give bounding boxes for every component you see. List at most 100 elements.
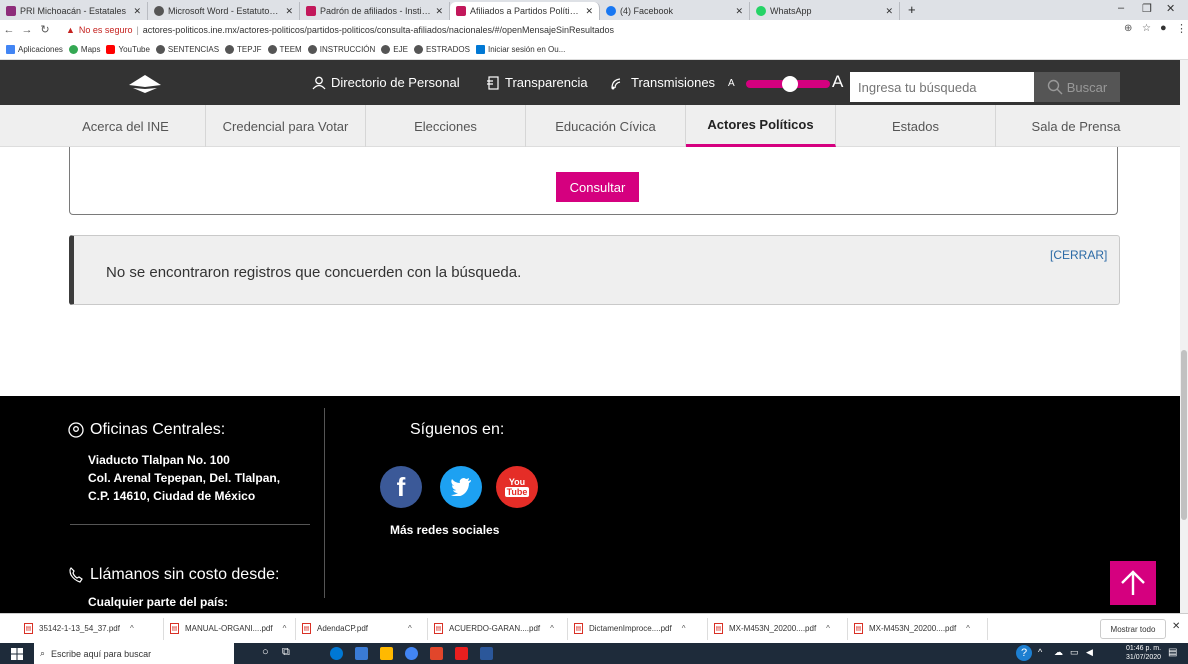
tab-title: WhatsApp bbox=[770, 6, 812, 16]
word-icon[interactable] bbox=[480, 647, 493, 660]
volume-icon[interactable]: ◀ bbox=[1086, 647, 1093, 658]
new-tab-button[interactable]: + bbox=[908, 2, 916, 17]
chevron-up-icon[interactable]: ^ bbox=[408, 624, 412, 633]
chevron-up-icon[interactable]: ^ bbox=[966, 624, 970, 633]
download-item[interactable]: ▤ DictamenImproce....pdf ^ bbox=[568, 617, 708, 640]
tab-actores-politicos[interactable]: Actores Políticos bbox=[686, 105, 836, 147]
scrollbar-thumb[interactable] bbox=[1181, 350, 1187, 520]
bookmark-label: YouTube bbox=[118, 44, 150, 54]
chevron-up-icon[interactable]: ^ bbox=[1038, 647, 1042, 657]
browser-tab-active[interactable]: Afiliados a Partidos Políticos Nac ✕ bbox=[450, 2, 600, 20]
maximize-button[interactable]: ❐ bbox=[1142, 2, 1152, 15]
tab-estados[interactable]: Estados bbox=[836, 105, 996, 147]
chevron-up-icon[interactable]: ^ bbox=[682, 624, 686, 633]
taskbar-clock[interactable]: 01:46 p. m. 31/07/2020 bbox=[1126, 644, 1161, 662]
close-downloads-icon[interactable]: ✕ bbox=[1172, 621, 1180, 632]
edge-icon[interactable] bbox=[330, 647, 343, 660]
tab-credencial[interactable]: Credencial para Votar bbox=[206, 105, 366, 147]
chevron-up-icon[interactable]: ^ bbox=[130, 624, 134, 633]
tab-acerca[interactable]: Acerca del INE bbox=[46, 105, 206, 147]
forward-icon[interactable]: → bbox=[18, 24, 36, 36]
twitter-icon[interactable] bbox=[440, 466, 482, 508]
tab-close-icon[interactable]: ✕ bbox=[285, 6, 293, 17]
bookmark-item[interactable]: SENTENCIAS bbox=[155, 44, 219, 54]
close-window-button[interactable]: ✕ bbox=[1166, 2, 1175, 15]
address-bar[interactable]: ▲ No es seguro | actores-politicos.ine.m… bbox=[66, 22, 1116, 37]
back-to-top-button[interactable] bbox=[1110, 561, 1156, 605]
youtube-icon[interactable]: You Tube bbox=[496, 466, 538, 508]
slider-knob[interactable] bbox=[782, 76, 798, 92]
chrome-icon[interactable] bbox=[405, 647, 418, 660]
browser-tab[interactable]: WhatsApp ✕ bbox=[750, 2, 900, 20]
profile-icon[interactable]: ● bbox=[1160, 22, 1167, 34]
pdf-file-icon: ▤ bbox=[574, 623, 583, 634]
download-item[interactable]: ▤ MX-M453N_20200....pdf ^ bbox=[708, 617, 848, 640]
menu-icon[interactable]: ⋮ bbox=[1176, 22, 1187, 35]
search-button[interactable]: Buscar bbox=[1034, 72, 1120, 102]
taskbar-search-input[interactable]: ⌕ Escribe aquí para buscar bbox=[34, 643, 234, 664]
browser-tab[interactable]: Microsoft Word - Estatutos2017 ✕ bbox=[148, 2, 300, 20]
font-size-slider[interactable]: A A bbox=[726, 72, 848, 96]
acrobat-icon[interactable] bbox=[455, 647, 468, 660]
zoom-icon[interactable]: ⊕ bbox=[1124, 23, 1132, 34]
network-icon[interactable]: ☁ bbox=[1054, 647, 1063, 658]
consult-button[interactable]: Consultar bbox=[556, 172, 639, 202]
browser-tab[interactable]: PRI Michoacán - Estatales ✕ bbox=[0, 2, 148, 20]
directory-link[interactable]: Directorio de Personal bbox=[312, 75, 460, 90]
search-icon: ⌕ bbox=[40, 648, 46, 658]
browser-tab[interactable]: (4) Facebook ✕ bbox=[600, 2, 750, 20]
tab-close-icon[interactable]: ✕ bbox=[585, 6, 593, 17]
download-item[interactable]: ▤ AdendaCP.pdf ^ bbox=[296, 617, 428, 640]
site-search-input[interactable] bbox=[850, 72, 1034, 102]
chevron-up-icon[interactable]: ^ bbox=[550, 624, 554, 633]
download-item[interactable]: ▤ MANUAL-ORGANI....pdf ^ bbox=[164, 617, 296, 640]
bookmark-item[interactable]: INSTRUCCIÓN bbox=[307, 44, 375, 54]
bookmark-item[interactable]: Iniciar sesión en Ou... bbox=[475, 44, 565, 54]
bookmark-item[interactable]: TEPJF bbox=[225, 44, 262, 54]
directory-label: Directorio de Personal bbox=[331, 75, 460, 90]
notifications-icon[interactable]: ▤ bbox=[1168, 647, 1177, 658]
app-icon[interactable] bbox=[430, 647, 443, 660]
tab-elecciones[interactable]: Elecciones bbox=[366, 105, 526, 147]
bookmark-apps[interactable]: Aplicaciones bbox=[6, 44, 63, 54]
back-icon[interactable]: ← bbox=[0, 24, 18, 36]
explorer-icon[interactable] bbox=[355, 647, 368, 660]
task-view-icon[interactable]: ⧉ bbox=[282, 646, 290, 659]
facebook-icon[interactable]: f bbox=[380, 466, 422, 508]
windows-start-icon[interactable] bbox=[11, 648, 23, 660]
chevron-up-icon[interactable]: ^ bbox=[283, 624, 287, 633]
download-item[interactable]: ▤ MX-M453N_20200....pdf ^ bbox=[848, 617, 988, 640]
pdf-file-icon: ▤ bbox=[434, 623, 443, 634]
tab-sala-prensa[interactable]: Sala de Prensa bbox=[996, 105, 1156, 147]
battery-icon[interactable]: ▭ bbox=[1070, 647, 1079, 658]
taskbar-search-placeholder: Escribe aquí para buscar bbox=[51, 648, 152, 659]
browser-tab[interactable]: Padrón de afiliados - Instituto N ✕ bbox=[300, 2, 450, 20]
bookmark-item[interactable]: ESTRADOS bbox=[413, 44, 470, 54]
bookmark-item[interactable]: EJE bbox=[381, 44, 408, 54]
help-icon[interactable]: ? bbox=[1016, 645, 1032, 661]
page-scrollbar[interactable] bbox=[1180, 60, 1188, 613]
download-item[interactable]: ▤ 35142-1-13_54_37.pdf ^ bbox=[18, 617, 164, 640]
tab-close-icon[interactable]: ✕ bbox=[133, 6, 141, 17]
download-item[interactable]: ▤ ACUERDO-GARAN....pdf ^ bbox=[428, 617, 568, 640]
transparency-link[interactable]: Transparencia bbox=[486, 75, 588, 90]
tab-educacion[interactable]: Educación Cívica bbox=[526, 105, 686, 147]
file-explorer-icon[interactable] bbox=[380, 647, 393, 660]
location-pin-icon bbox=[68, 422, 84, 438]
ine-logo-icon[interactable] bbox=[128, 74, 162, 94]
alert-close-link[interactable]: [CERRAR] bbox=[1050, 248, 1107, 262]
tab-close-icon[interactable]: ✕ bbox=[885, 6, 893, 17]
reload-icon[interactable]: ↻ bbox=[36, 23, 54, 36]
tab-close-icon[interactable]: ✕ bbox=[435, 6, 443, 17]
bookmark-item[interactable]: Maps bbox=[68, 44, 100, 54]
bookmark-item[interactable]: YouTube bbox=[106, 44, 150, 54]
more-social-link[interactable]: Más redes sociales bbox=[390, 523, 499, 537]
bookmark-item[interactable]: TEEM bbox=[267, 44, 302, 54]
tab-close-icon[interactable]: ✕ bbox=[735, 6, 743, 17]
minimize-button[interactable]: – bbox=[1118, 2, 1124, 14]
chevron-up-icon[interactable]: ^ bbox=[826, 624, 830, 633]
show-all-downloads-button[interactable]: Mostrar todo bbox=[1100, 619, 1166, 639]
cortana-icon[interactable]: ○ bbox=[262, 646, 269, 658]
broadcasts-link[interactable]: Transmisiones bbox=[610, 75, 715, 90]
star-icon[interactable]: ☆ bbox=[1142, 23, 1151, 34]
